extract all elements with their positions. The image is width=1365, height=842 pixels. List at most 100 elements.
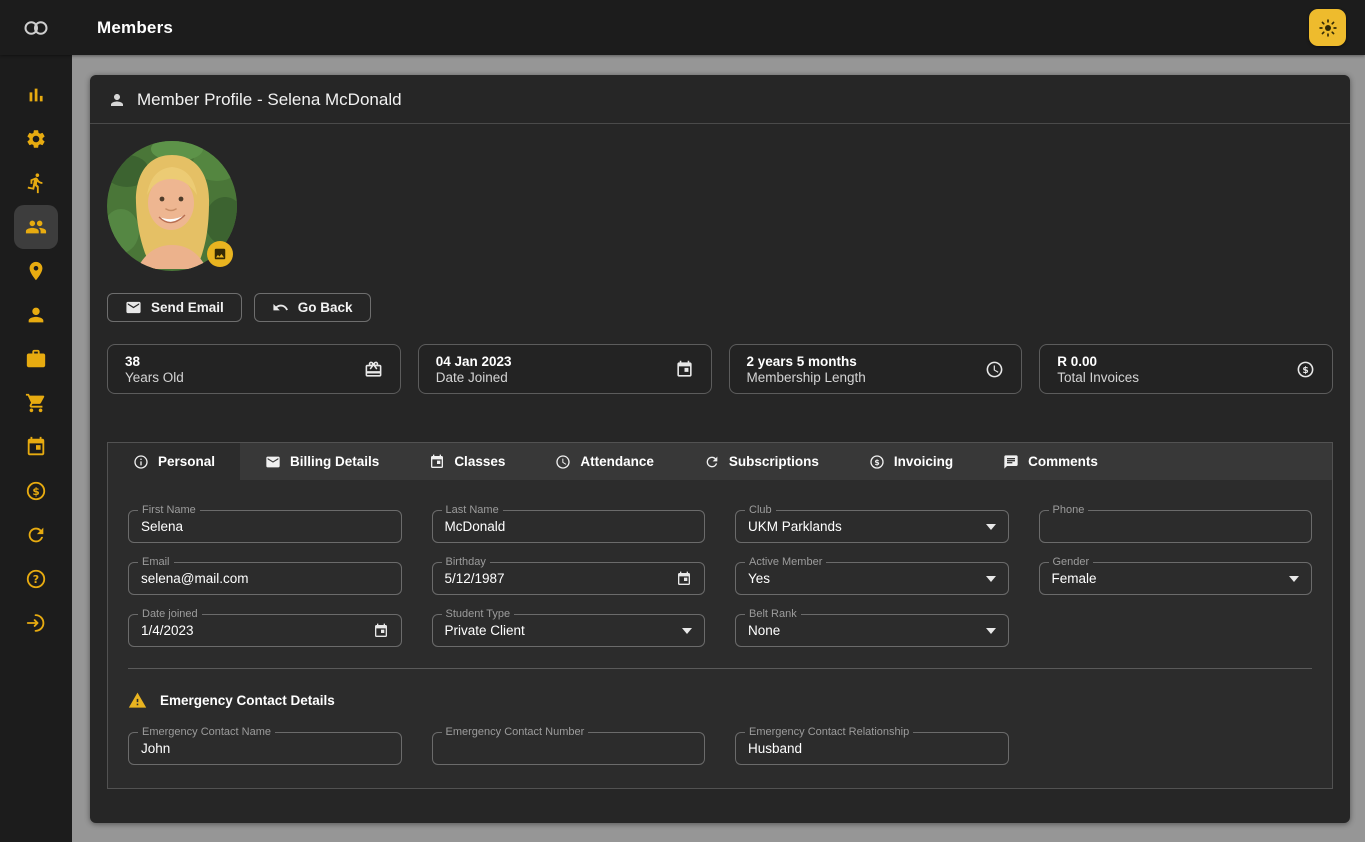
calendar-icon[interactable] [676,571,692,587]
grid-spacer [1039,614,1313,647]
warning-icon [128,691,147,710]
phone-field[interactable]: Phone [1039,510,1313,543]
tab-label: Personal [158,454,215,469]
sidebar-item-shop[interactable] [14,381,58,425]
emergency-contact-number-field[interactable]: Emergency Contact Number [432,732,706,765]
send-email-label: Send Email [151,300,224,315]
birthday-field[interactable]: Birthday 5/12/1987 [432,562,706,595]
field-value: McDonald [445,519,693,534]
infinity-logo-icon [21,13,51,43]
change-photo-button[interactable] [207,241,233,267]
gender-select[interactable]: Gender Female [1039,562,1313,595]
card-header: Member Profile - Selena McDonald [90,75,1350,124]
tab-panel: Personal Billing Details Classes [107,442,1333,789]
sidebar-item-logout[interactable] [14,601,58,645]
envelope-icon [265,454,281,470]
student-type-select[interactable]: Student Type Private Client [432,614,706,647]
go-back-button[interactable]: Go Back [254,293,371,322]
field-label: Emergency Contact Name [138,726,275,738]
field-label: Student Type [442,608,515,620]
active-member-select[interactable]: Active Member Yes [735,562,1009,595]
svg-text:$: $ [1302,365,1308,375]
bar-chart-icon [25,84,47,106]
chevron-down-icon [1289,576,1299,582]
field-label: Phone [1049,504,1089,516]
field-label: Last Name [442,504,503,516]
tab-personal[interactable]: Personal [108,443,240,480]
go-back-label: Go Back [298,300,353,315]
sidebar-item-dashboard[interactable] [14,73,58,117]
svg-text:$: $ [32,486,39,498]
field-value: Female [1052,571,1282,586]
field-label: Emergency Contact Relationship [745,726,913,738]
sidebar-item-help[interactable]: ? [14,557,58,601]
people-icon [25,216,47,238]
field-label: Date joined [138,608,202,620]
refresh-icon [704,454,720,470]
sun-icon [1318,18,1338,38]
first-name-field[interactable]: First Name Selena [128,510,402,543]
clock-icon [985,360,1004,379]
sidebar-item-profile[interactable] [14,293,58,337]
grid-spacer [1039,732,1313,765]
last-name-field[interactable]: Last Name McDonald [432,510,706,543]
tab-attendance[interactable]: Attendance [530,443,679,480]
briefcase-icon [25,348,47,370]
tab-invoicing[interactable]: $ Invoicing [844,443,978,480]
section-divider [128,668,1312,669]
field-label: Active Member [745,556,826,568]
sidebar: $ ? [0,55,72,842]
emergency-contact-name-field[interactable]: Emergency Contact Name John [128,732,402,765]
currency-icon: $ [25,480,47,502]
gear-icon [25,128,47,150]
field-value: Private Client [445,623,675,638]
logout-icon [25,612,47,634]
field-label: Birthday [442,556,490,568]
field-value: 1/4/2023 [141,623,365,638]
main-content: Member Profile - Selena McDonald [72,55,1365,842]
stat-age: 38 Years Old [107,344,401,394]
stat-label: Date Joined [436,370,675,385]
field-label: Emergency Contact Number [442,726,589,738]
stat-membership-length: 2 years 5 months Membership Length [729,344,1023,394]
tab-billing-details[interactable]: Billing Details [240,443,404,480]
stat-value: 38 [125,354,364,369]
emergency-contact-relationship-field[interactable]: Emergency Contact Relationship Husband [735,732,1009,765]
stat-value: 2 years 5 months [747,354,986,369]
send-email-button[interactable]: Send Email [107,293,242,322]
tab-comments[interactable]: Comments [978,443,1123,480]
tab-subscriptions[interactable]: Subscriptions [679,443,844,480]
person-icon [25,304,47,326]
sidebar-item-business[interactable] [14,337,58,381]
chevron-down-icon [682,628,692,634]
sidebar-item-calendar[interactable] [14,425,58,469]
tab-label: Billing Details [290,454,379,469]
club-select[interactable]: Club UKM Parklands [735,510,1009,543]
cart-icon [25,392,47,414]
emergency-form-grid: Emergency Contact Name John Emergency Co… [128,732,1312,765]
sidebar-item-settings[interactable] [14,117,58,161]
sidebar-item-locations[interactable] [14,249,58,293]
app-logo[interactable] [0,13,72,43]
sidebar-item-subscriptions[interactable] [14,513,58,557]
belt-rank-select[interactable]: Belt Rank None [735,614,1009,647]
help-icon: ? [25,568,47,590]
chat-icon [1003,454,1019,470]
currency-icon: $ [1296,360,1315,379]
calendar-icon [429,454,445,470]
personal-form-grid: First Name Selena Last Name McDonald Clu… [128,510,1312,647]
date-joined-field[interactable]: Date joined 1/4/2023 [128,614,402,647]
svg-text:?: ? [33,573,39,586]
field-value: 5/12/1987 [445,571,669,586]
calendar-icon[interactable] [373,623,389,639]
theme-toggle-button[interactable] [1309,9,1346,46]
tab-classes[interactable]: Classes [404,443,530,480]
email-field[interactable]: Email selena@mail.com [128,562,402,595]
envelope-icon [125,299,142,316]
field-value: None [748,623,978,638]
sidebar-item-activities[interactable] [14,161,58,205]
personal-tab-content: First Name Selena Last Name McDonald Clu… [108,480,1332,788]
sidebar-item-members[interactable] [14,205,58,249]
sidebar-item-billing[interactable]: $ [14,469,58,513]
svg-text:$: $ [874,457,879,466]
